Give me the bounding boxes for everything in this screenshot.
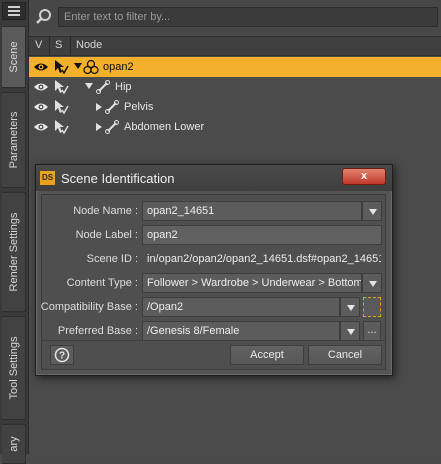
- select-cursor-icon[interactable]: [53, 59, 69, 75]
- preferred-base-label: Preferred Base :: [57, 325, 138, 337]
- collapse-arrow-icon[interactable]: [96, 103, 102, 111]
- side-tab-bar: Scene Parameters Render Settings Tool Se…: [0, 0, 29, 464]
- node-name-dropdown[interactable]: opan2_14651: [142, 201, 362, 221]
- select-cursor-icon[interactable]: [53, 79, 69, 95]
- content-type-label: Content Type :: [66, 277, 138, 289]
- tab-parameters-label: Parameters: [7, 111, 20, 169]
- tab-library-label: ary: [7, 436, 20, 452]
- scene-column-header: V S Node: [29, 36, 441, 56]
- scene-id-row: Scene ID : in/opan2/opan2/opan2_14651.ds…: [42, 249, 385, 269]
- tab-tool-settings[interactable]: Tool Settings: [2, 316, 26, 420]
- bone-icon: [105, 100, 119, 114]
- compatibility-base-label: Compatibility Base :: [40, 301, 138, 313]
- scene-row-hip[interactable]: Hip: [29, 77, 441, 97]
- target-select-icon[interactable]: [363, 297, 381, 317]
- node-label: Pelvis: [124, 101, 154, 113]
- dialog-footer: ? Accept Cancel: [42, 340, 385, 370]
- node-label: Hip: [115, 81, 132, 93]
- help-button[interactable]: ?: [50, 345, 74, 365]
- dialog-body: Node Name : opan2_14651 Node Label : opa…: [41, 194, 386, 370]
- tab-library[interactable]: ary: [2, 424, 26, 464]
- tab-render-settings[interactable]: Render Settings: [2, 192, 26, 312]
- node-name-label: Node Name :: [73, 205, 138, 217]
- chevron-down-icon[interactable]: [340, 297, 360, 317]
- eye-icon[interactable]: [33, 60, 49, 74]
- figure-icon: [83, 59, 99, 75]
- select-cursor-icon[interactable]: [53, 99, 69, 115]
- cancel-button[interactable]: Cancel: [308, 345, 382, 365]
- expand-arrow-icon[interactable]: [85, 83, 93, 89]
- tab-scene[interactable]: Scene: [2, 26, 26, 88]
- tab-tool-settings-label: Tool Settings: [7, 336, 20, 400]
- expand-arrow-icon[interactable]: [74, 63, 82, 69]
- scene-row-pelvis[interactable]: Pelvis: [29, 97, 441, 117]
- node-label-label: Node Label :: [75, 229, 138, 241]
- search-icon[interactable]: [35, 8, 53, 26]
- tab-parameters[interactable]: Parameters: [2, 92, 26, 188]
- content-type-row: Content Type : Follower > Wardrobe > Und…: [42, 273, 385, 293]
- tab-scene-label: Scene: [7, 41, 20, 73]
- scene-id-value: in/opan2/opan2/opan2_14651.dsf#opan2_146…: [147, 253, 382, 265]
- node-label-field[interactable]: opan2: [142, 225, 382, 245]
- node-label: opan2: [103, 61, 134, 73]
- column-visible-header[interactable]: V: [35, 39, 42, 51]
- scene-row-opan2[interactable]: opan2: [29, 57, 441, 77]
- chevron-down-icon[interactable]: [362, 273, 382, 293]
- scene-row-abdomen-lower[interactable]: Abdomen Lower: [29, 117, 441, 137]
- filter-input[interactable]: [58, 7, 438, 27]
- help-icon: ?: [54, 347, 70, 363]
- preferred-base-row: Preferred Base : /Genesis 8/Female ...: [42, 321, 385, 341]
- compatibility-base-dropdown[interactable]: /Opan2: [142, 297, 340, 317]
- browse-button[interactable]: ...: [363, 321, 381, 341]
- column-selectable-header[interactable]: S: [55, 39, 62, 51]
- chevron-down-icon[interactable]: [362, 201, 382, 221]
- dialog-title: Scene Identification: [61, 171, 175, 186]
- compatibility-base-row: Compatibility Base : /Opan2: [40, 297, 385, 317]
- eye-icon[interactable]: [33, 100, 49, 114]
- eye-icon[interactable]: [33, 80, 49, 94]
- daz-studio-logo: DS: [40, 171, 55, 185]
- help-label: ?: [59, 351, 65, 362]
- node-name-row: Node Name : opan2_14651: [42, 201, 385, 221]
- dialog-title-bar[interactable]: DS Scene Identification x: [36, 165, 392, 191]
- filter-bar: [29, 0, 441, 34]
- close-button[interactable]: x: [342, 168, 386, 185]
- preferred-base-dropdown[interactable]: /Genesis 8/Female: [142, 321, 340, 341]
- column-node-header[interactable]: Node: [76, 39, 102, 51]
- bone-icon: [96, 80, 110, 94]
- content-type-dropdown[interactable]: Follower > Wardrobe > Underwear > Bottom: [142, 273, 362, 293]
- bone-icon: [105, 120, 119, 134]
- node-label: Abdomen Lower: [124, 121, 205, 133]
- tab-render-settings-label: Render Settings: [7, 212, 20, 292]
- chevron-down-icon[interactable]: [340, 321, 360, 341]
- scene-id-label: Scene ID :: [86, 253, 138, 265]
- scene-identification-dialog: DS Scene Identification x Node Name : op…: [35, 164, 393, 376]
- select-cursor-icon[interactable]: [53, 119, 69, 135]
- pane-menu-icon[interactable]: [2, 2, 26, 20]
- collapse-arrow-icon[interactable]: [96, 123, 102, 131]
- node-label-row: Node Label : opan2: [42, 225, 385, 245]
- accept-button[interactable]: Accept: [230, 345, 304, 365]
- eye-icon[interactable]: [33, 120, 49, 134]
